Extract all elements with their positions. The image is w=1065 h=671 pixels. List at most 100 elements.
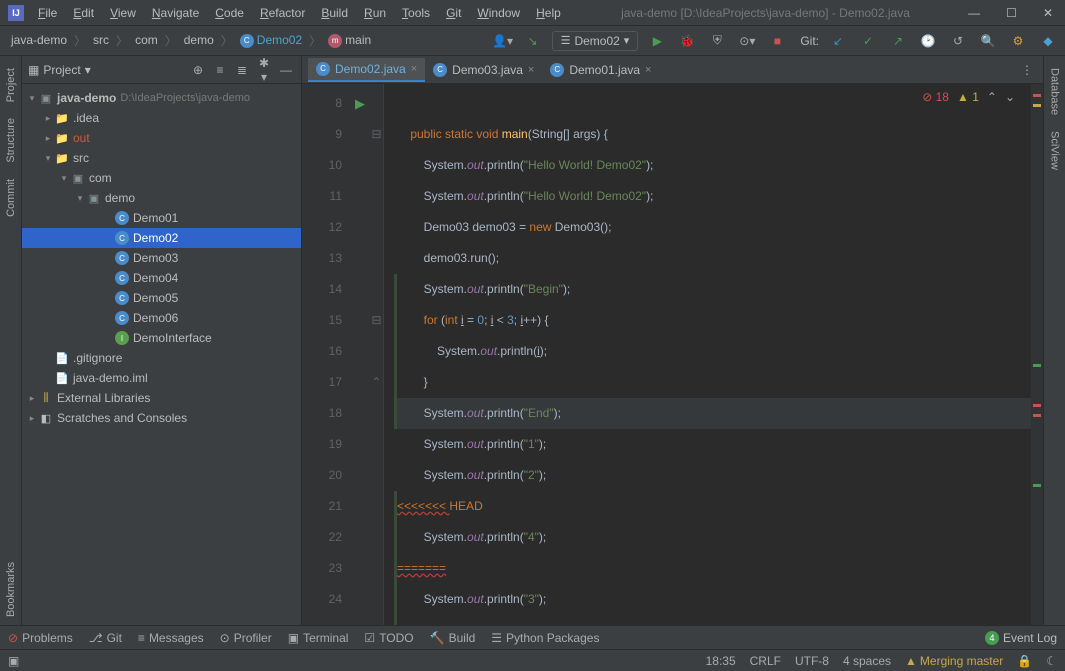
select-open-file-button[interactable]: ⊕ — [189, 63, 207, 77]
lock-icon[interactable]: 🔒 — [1017, 654, 1032, 668]
menu-build[interactable]: Build — [315, 3, 354, 23]
bottom-problems[interactable]: ⊘Problems — [8, 631, 73, 645]
bottom-python[interactable]: ☰ Python Packages — [491, 631, 599, 645]
bottom-terminal[interactable]: ▣ Terminal — [288, 631, 349, 645]
breadcrumb-com[interactable]: com — [130, 31, 163, 49]
tree-interface[interactable]: IDemoInterface — [22, 328, 301, 348]
menu-run[interactable]: Run — [358, 3, 392, 23]
breadcrumb-method[interactable]: mmain — [323, 31, 376, 50]
close-tab-icon[interactable]: × — [411, 63, 417, 75]
menu-window[interactable]: Window — [471, 3, 526, 23]
line-number-gutter[interactable]: 8910111213141516171819202122232425 — [302, 84, 350, 625]
editor-inspection-status[interactable]: ⊘ 18 ▲ 1 ⌃ ⌄ — [922, 90, 1015, 104]
settings-button[interactable]: ✱ ▾ — [255, 56, 273, 84]
coverage-button[interactable]: ⛨ — [706, 30, 728, 52]
project-view-selector[interactable]: ▦ Project ▾ — [28, 63, 91, 77]
menu-edit[interactable]: Edit — [67, 3, 100, 23]
close-button[interactable]: ✕ — [1039, 6, 1057, 20]
run-gutter[interactable]: ▶ — [350, 84, 370, 625]
quick-actions-icon[interactable]: ▣ — [8, 654, 19, 668]
menu-git[interactable]: Git — [440, 3, 467, 23]
tree-class-demo05[interactable]: CDemo05 — [22, 288, 301, 308]
tree-gitignore[interactable]: 📄.gitignore — [22, 348, 301, 368]
tree-src[interactable]: ▾📁src — [22, 148, 301, 168]
inspection-up-icon[interactable]: ⌃ — [987, 90, 997, 104]
menu-tools[interactable]: Tools — [396, 3, 436, 23]
ide-settings-button[interactable]: ⚙ — [1007, 30, 1029, 52]
toolwin-sciview[interactable]: SciView — [1047, 123, 1063, 178]
tabs-more-button[interactable]: ⋮ — [1011, 63, 1043, 77]
menu-refactor[interactable]: Refactor — [254, 3, 311, 23]
bottom-profiler[interactable]: ⊙ Profiler — [220, 631, 272, 645]
git-pull-button[interactable]: ↙ — [827, 30, 849, 52]
breadcrumb-class[interactable]: CDemo02 — [235, 31, 307, 50]
breadcrumb-project[interactable]: java-demo — [6, 31, 72, 49]
git-branch-status[interactable]: ▲ Merging master — [905, 654, 1003, 668]
tree-idea[interactable]: ▸📁.idea — [22, 108, 301, 128]
run-config-selector[interactable]: ☰ Demo02 ▾ — [552, 31, 639, 51]
menu-view[interactable]: View — [104, 3, 142, 23]
minimize-button[interactable]: — — [964, 6, 984, 20]
run-button[interactable]: ▶ — [646, 30, 668, 52]
toolwin-database[interactable]: Database — [1047, 60, 1063, 123]
collapse-all-button[interactable]: ≣ — [233, 63, 251, 77]
tree-out[interactable]: ▸📁out — [22, 128, 301, 148]
search-button[interactable]: 🔍 — [977, 30, 999, 52]
line-separator[interactable]: CRLF — [750, 654, 781, 668]
tree-class-demo02[interactable]: CDemo02 — [22, 228, 301, 248]
close-tab-icon[interactable]: × — [645, 64, 651, 76]
debug-button[interactable]: 🐞 — [676, 30, 698, 52]
indent[interactable]: 4 spaces — [843, 654, 891, 668]
memory-icon[interactable]: ☾ — [1046, 654, 1057, 668]
tree-extlib[interactable]: ▸⫼External Libraries — [22, 388, 301, 408]
tree-class-demo04[interactable]: CDemo04 — [22, 268, 301, 288]
breadcrumb-demo[interactable]: demo — [179, 31, 219, 49]
git-commit-button[interactable]: ✓ — [857, 30, 879, 52]
stop-button[interactable]: ■ — [766, 30, 788, 52]
breadcrumb[interactable]: java-demo〉 src〉 com〉 demo〉 CDemo02〉 mmai… — [6, 31, 376, 50]
git-revert-button[interactable]: ↺ — [947, 30, 969, 52]
tree-scratches[interactable]: ▸◧Scratches and Consoles — [22, 408, 301, 428]
fold-gutter[interactable]: ⊟⊟⌃ — [370, 84, 384, 625]
maximize-button[interactable]: ☐ — [1002, 6, 1021, 20]
tree-demo[interactable]: ▾▣demo — [22, 188, 301, 208]
toolwin-commit[interactable]: Commit — [3, 171, 19, 225]
bottom-git[interactable]: ⎇ Git — [89, 631, 122, 645]
project-tree[interactable]: ▾▣java-demoD:\IdeaProjects\java-demo ▸📁.… — [22, 84, 301, 625]
event-log-button[interactable]: 4Event Log — [985, 631, 1057, 645]
tab-demo01-java[interactable]: CDemo01.java× — [542, 59, 659, 81]
code-text[interactable]: public static void main(String[] args) {… — [384, 84, 1031, 625]
inspection-down-icon[interactable]: ⌄ — [1005, 90, 1015, 104]
code-area[interactable]: ⊘ 18 ▲ 1 ⌃ ⌄ 891011121314151617181920212… — [302, 84, 1043, 625]
bottom-build[interactable]: 🔨 Build — [430, 631, 476, 645]
warning-count[interactable]: ▲ 1 — [957, 90, 979, 104]
error-count[interactable]: ⊘ 18 — [922, 90, 949, 104]
bottom-messages[interactable]: ≡ Messages — [138, 631, 204, 645]
build-button[interactable]: ↘ — [522, 30, 544, 52]
tree-class-demo06[interactable]: CDemo06 — [22, 308, 301, 328]
profile-button[interactable]: ⊙▾ — [736, 30, 758, 52]
git-history-button[interactable]: 🕑 — [917, 30, 939, 52]
tree-class-demo01[interactable]: CDemo01 — [22, 208, 301, 228]
tree-root[interactable]: ▾▣java-demoD:\IdeaProjects\java-demo — [22, 88, 301, 108]
menu-help[interactable]: Help — [530, 3, 567, 23]
menu-file[interactable]: File — [32, 3, 63, 23]
close-tab-icon[interactable]: × — [528, 64, 534, 76]
hide-panel-button[interactable]: — — [277, 63, 295, 77]
tree-iml[interactable]: 📄java-demo.iml — [22, 368, 301, 388]
bottom-todo[interactable]: ☑ TODO — [364, 631, 413, 645]
assist-button[interactable]: ◆ — [1037, 30, 1059, 52]
tree-com[interactable]: ▾▣com — [22, 168, 301, 188]
encoding[interactable]: UTF-8 — [795, 654, 829, 668]
expand-all-button[interactable]: ≡ — [211, 63, 229, 77]
toolwin-project[interactable]: Project — [3, 60, 19, 110]
tab-demo02-java[interactable]: CDemo02.java× — [308, 58, 425, 82]
git-push-button[interactable]: ↗ — [887, 30, 909, 52]
toolwin-bookmarks[interactable]: Bookmarks — [3, 554, 19, 625]
add-config-button[interactable]: 👤▾ — [492, 30, 514, 52]
menu-navigate[interactable]: Navigate — [146, 3, 205, 23]
tree-class-demo03[interactable]: CDemo03 — [22, 248, 301, 268]
caret-position[interactable]: 18:35 — [706, 654, 736, 668]
scroll-markers[interactable] — [1031, 84, 1043, 625]
toolwin-structure[interactable]: Structure — [3, 110, 19, 171]
